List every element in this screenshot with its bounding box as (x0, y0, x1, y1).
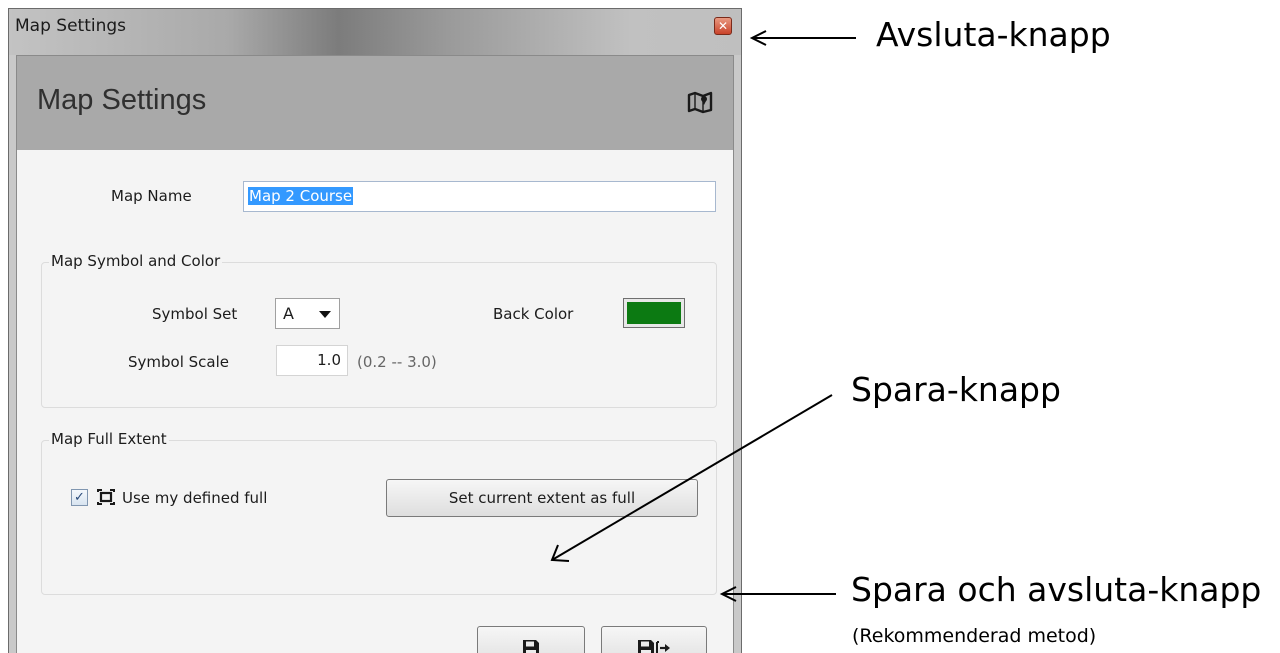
symbol-scale-range: (0.2 -- 3.0) (357, 353, 437, 371)
full-extent-icon (96, 488, 116, 511)
use-defined-full-checkbox[interactable]: ✓ (71, 489, 88, 506)
window-titlebar[interactable]: Map Settings ✕ (9, 9, 741, 55)
close-button[interactable]: ✕ (714, 17, 732, 35)
checkmark-icon: ✓ (74, 490, 85, 505)
symbol-scale-value: 1.0 (317, 351, 341, 369)
back-color-picker[interactable] (623, 298, 685, 328)
map-name-value: Map 2 Course (248, 187, 354, 205)
symbol-set-select[interactable]: A (275, 298, 340, 329)
annotation-close: Avsluta-knapp (876, 15, 1111, 54)
map-settings-window: Map Settings ✕ Map Settings Map Name Map… (8, 8, 742, 653)
symbol-scale-label: Symbol Scale (128, 353, 230, 371)
map-name-label: Map Name (111, 187, 192, 205)
floppy-disk-icon (523, 639, 539, 653)
symbol-scale-input[interactable]: 1.0 (276, 345, 348, 376)
symbol-color-group-title: Map Symbol and Color (49, 252, 223, 270)
symbol-set-label: Symbol Set (152, 305, 238, 323)
symbol-set-value: A (283, 304, 294, 323)
map-icon (687, 90, 713, 119)
use-defined-full-label: Use my defined full (122, 489, 268, 507)
close-icon: ✕ (717, 19, 729, 33)
full-extent-group: Map Full Extent ✓ Use my defined full Se… (41, 430, 717, 595)
annotation-save: Spara-knapp (851, 370, 1061, 409)
floppy-disk-exit-icon (638, 639, 670, 653)
save-button[interactable] (477, 626, 585, 653)
save-and-exit-button[interactable] (601, 626, 707, 653)
set-current-extent-button[interactable]: Set current extent as full (386, 479, 698, 517)
set-current-extent-label: Set current extent as full (448, 489, 636, 507)
back-color-label: Back Color (493, 305, 574, 323)
settings-body: Map Name Map 2 Course Map Symbol and Col… (17, 150, 733, 653)
client-area: Map Settings Map Name Map 2 Course Map S… (16, 55, 734, 653)
chevron-down-icon (319, 311, 331, 318)
back-color-swatch (627, 302, 681, 324)
header-bar: Map Settings (17, 56, 733, 151)
full-extent-group-title: Map Full Extent (49, 430, 169, 448)
stage: Map Settings ✕ Map Settings Map Name Map… (0, 0, 1280, 653)
map-name-input[interactable]: Map 2 Course (243, 181, 716, 212)
annotation-save-exit: Spara och avsluta-knapp (851, 570, 1262, 609)
window-title: Map Settings (15, 16, 127, 36)
page-title: Map Settings (37, 84, 207, 116)
symbol-color-group: Map Symbol and Color Symbol Set A Back C… (41, 252, 717, 408)
annotation-save-exit-note: (Rekommenderad metod) (852, 625, 1097, 647)
